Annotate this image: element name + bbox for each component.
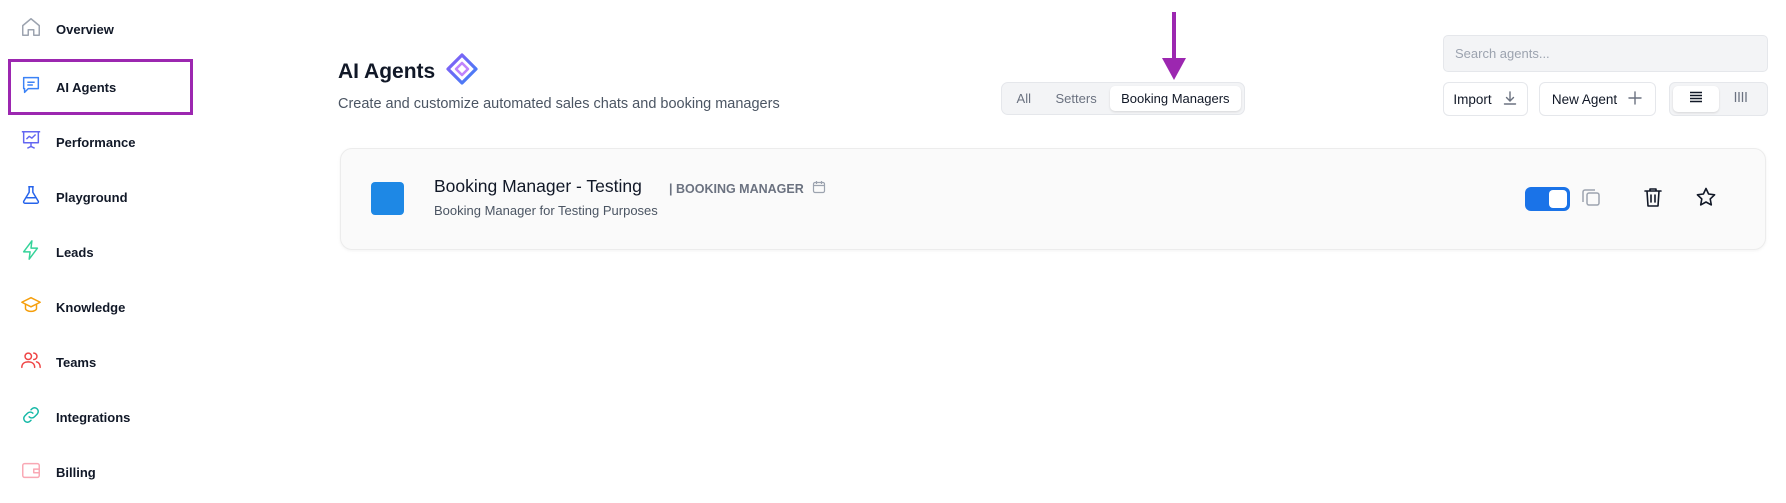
agent-type-label: | BOOKING MANAGER [669,180,826,197]
search-input[interactable] [1443,35,1768,72]
flask-icon [20,184,42,211]
copy-icon [1580,186,1602,213]
agent-name: Booking Manager - Testing [434,176,642,196]
lightning-icon [20,239,42,266]
star-icon [1695,186,1717,213]
sidebar-item-label: Leads [56,244,94,260]
tab-setters[interactable]: Setters [1045,86,1108,111]
sidebar-item-label: Knowledge [56,299,126,315]
sidebar-item-teams[interactable]: Teams [20,348,96,376]
home-icon [20,16,42,43]
new-agent-button-label: New Agent [1551,91,1618,107]
sidebar-item-label: Playground [56,189,128,205]
favorite-button[interactable] [1694,187,1718,211]
users-icon [20,349,42,376]
import-button-label: Import [1453,91,1492,107]
list-view-button[interactable] [1673,86,1719,112]
sidebar-item-label: Integrations [56,409,131,425]
agent-description: Booking Manager for Testing Purposes [434,203,658,218]
sidebar: Overview AI Agents Performance Playgroun… [0,0,200,503]
sidebar-item-leads[interactable]: Leads [20,238,94,266]
sidebar-item-ai-agents[interactable]: AI Agents [20,73,116,101]
list-view-icon [1689,90,1703,108]
sidebar-item-label: AI Agents [56,79,117,95]
sidebar-item-label: Teams [56,354,97,370]
sidebar-item-performance[interactable]: Performance [20,128,135,156]
plus-icon [1627,90,1643,109]
agent-avatar [371,182,404,215]
sidebar-item-label: Performance [56,134,136,150]
presentation-chart-icon [20,129,42,156]
delete-button[interactable] [1641,187,1665,211]
new-agent-button[interactable]: New Agent [1539,82,1656,116]
tab-booking-managers[interactable]: Booking Managers [1109,86,1241,111]
agent-card[interactable]: Booking Manager - Testing | BOOKING MANA… [340,148,1766,250]
columns-view-button[interactable] [1719,86,1765,112]
columns-view-icon [1734,90,1748,108]
agent-type-filter-tabs: All Setters Booking Managers [1001,82,1245,115]
view-mode-toggle [1669,82,1768,116]
download-icon [1502,90,1518,109]
sidebar-item-billing[interactable]: Billing [20,458,96,486]
import-button[interactable]: Import [1443,82,1528,116]
wallet-icon [20,459,42,486]
agent-enabled-toggle[interactable] [1525,187,1570,211]
annotation-arrow-icon [1162,12,1186,80]
page-title: AI Agents [338,59,436,83]
sidebar-item-label: Billing [56,464,96,480]
agents-logo-icon [445,52,479,91]
agent-type-text: | BOOKING MANAGER [669,181,804,196]
sidebar-item-playground[interactable]: Playground [20,183,128,211]
trash-icon [1642,186,1664,213]
graduation-cap-icon [20,294,42,321]
sidebar-item-overview[interactable]: Overview [20,15,114,43]
chat-icon [20,74,42,101]
calendar-icon [812,180,826,197]
duplicate-button[interactable] [1579,187,1603,211]
page-subtitle: Create and customize automated sales cha… [338,96,780,112]
tab-all[interactable]: All [1005,86,1043,111]
link-icon [20,404,42,431]
sidebar-item-integrations[interactable]: Integrations [20,403,130,431]
sidebar-item-label: Overview [56,21,114,37]
page-header: AI Agents [338,52,479,91]
sidebar-item-knowledge[interactable]: Knowledge [20,293,125,321]
toggle-knob [1549,190,1567,208]
